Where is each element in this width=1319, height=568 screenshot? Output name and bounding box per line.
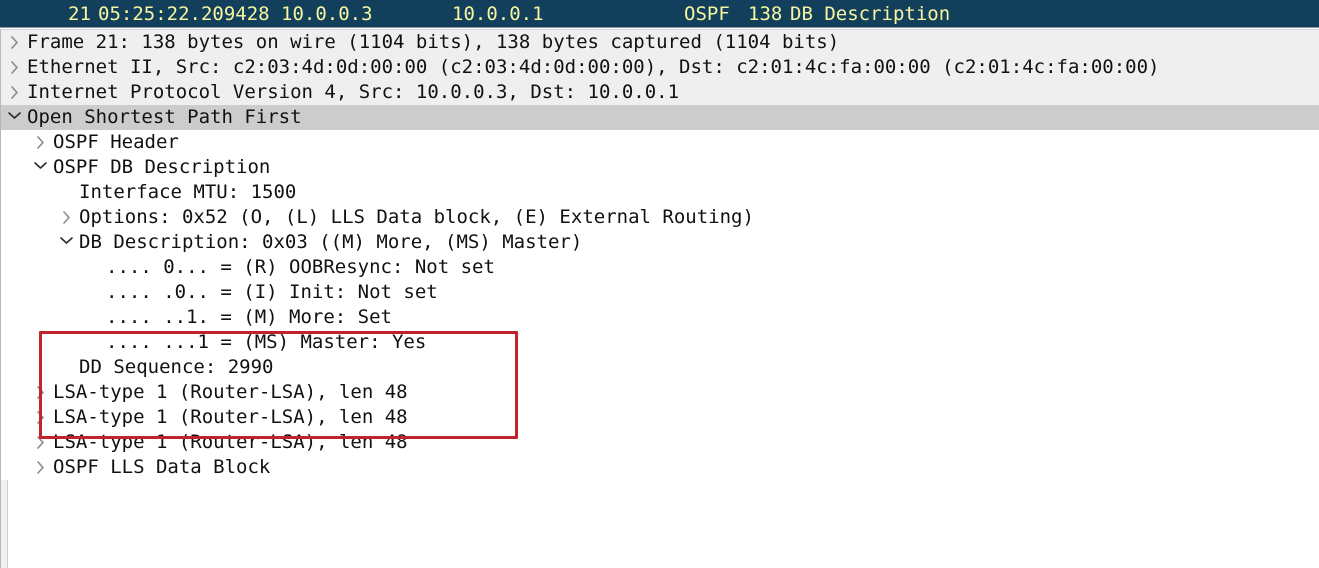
chevron-right-icon[interactable]: [5, 80, 23, 105]
wireshark-packet-details-window: 21 05:25:22.209428 10.0.0.3 10.0.0.1 OSP…: [0, 0, 1319, 568]
packet-summary-row[interactable]: 21 05:25:22.209428 10.0.0.3 10.0.0.1 OSP…: [0, 0, 1319, 28]
chevron-right-icon[interactable]: [57, 205, 75, 230]
tree-row[interactable]: DB Description: 0x03 ((M) More, (MS) Mas…: [1, 230, 1319, 255]
tree-row[interactable]: DD Sequence: 2990: [1, 355, 1319, 380]
chevron-down-icon[interactable]: [57, 230, 75, 255]
tree-row-label: .... ...1 = (MS) Master: Yes: [106, 331, 427, 353]
packet-length: 138: [748, 2, 783, 25]
packet-time: 05:25:22.209428: [98, 2, 270, 25]
tree-row-label: Options: 0x52 (O, (L) LLS Data block, (E…: [79, 206, 754, 228]
chevron-right-icon[interactable]: [5, 55, 23, 80]
chevron-right-icon[interactable]: [31, 455, 49, 480]
tree-row[interactable]: Interface MTU: 1500: [1, 180, 1319, 205]
chevron-down-icon[interactable]: [31, 155, 49, 180]
tree-row-label: .... 0... = (R) OOBResync: Not set: [106, 256, 495, 278]
tree-row-label: Ethernet II, Src: c2:03:4d:0d:00:00 (c2:…: [27, 56, 1160, 78]
tree-row[interactable]: Internet Protocol Version 4, Src: 10.0.0…: [1, 80, 1319, 105]
tree-row-label: LSA-type 1 (Router-LSA), len 48: [53, 431, 408, 453]
tree-row[interactable]: OSPF LLS Data Block: [1, 455, 1319, 480]
tree-row-label: .... .0.. = (I) Init: Not set: [106, 281, 438, 303]
chevron-right-icon[interactable]: [5, 30, 23, 55]
tree-row-label: LSA-type 1 (Router-LSA), len 48: [53, 406, 408, 428]
tree-row-label: DB Description: 0x03 ((M) More, (MS) Mas…: [79, 231, 583, 253]
tree-row[interactable]: LSA-type 1 (Router-LSA), len 48: [1, 405, 1319, 430]
tree-row-label: Open Shortest Path First: [27, 106, 302, 128]
tree-row[interactable]: .... .0.. = (I) Init: Not set: [1, 280, 1319, 305]
tree-row[interactable]: .... 0... = (R) OOBResync: Not set: [1, 255, 1319, 280]
tree-row[interactable]: LSA-type 1 (Router-LSA), len 48: [1, 430, 1319, 455]
chevron-down-icon[interactable]: [5, 105, 23, 130]
packet-detail-pane[interactable]: Frame 21: 138 bytes on wire (1104 bits),…: [0, 29, 1319, 568]
tree-row-label: LSA-type 1 (Router-LSA), len 48: [53, 381, 408, 403]
tree-row[interactable]: OSPF DB Description: [1, 155, 1319, 180]
packet-source: 10.0.0.3: [281, 2, 373, 25]
tree-row-label: OSPF Header: [53, 131, 179, 153]
packet-number: 21: [68, 2, 91, 25]
tree-row[interactable]: Open Shortest Path First: [1, 105, 1319, 130]
chevron-right-icon[interactable]: [31, 380, 49, 405]
tree-row[interactable]: Frame 21: 138 bytes on wire (1104 bits),…: [1, 30, 1319, 55]
tree-row[interactable]: .... ..1. = (M) More: Set: [1, 305, 1319, 330]
tree-row[interactable]: OSPF Header: [1, 130, 1319, 155]
tree-row-label: Frame 21: 138 bytes on wire (1104 bits),…: [27, 31, 840, 53]
chevron-right-icon[interactable]: [31, 430, 49, 455]
tree-row[interactable]: LSA-type 1 (Router-LSA), len 48: [1, 380, 1319, 405]
tree-row-label: Interface MTU: 1500: [79, 181, 297, 203]
packet-info: DB Description: [790, 2, 951, 25]
tree-row-label: DD Sequence: 2990: [79, 356, 274, 378]
packet-protocol: OSPF: [684, 2, 730, 25]
tree-row[interactable]: Ethernet II, Src: c2:03:4d:0d:00:00 (c2:…: [1, 55, 1319, 80]
tree-row[interactable]: .... ...1 = (MS) Master: Yes: [1, 330, 1319, 355]
chevron-right-icon[interactable]: [31, 405, 49, 430]
tree-row-label: OSPF DB Description: [53, 156, 271, 178]
tree-row-label: OSPF LLS Data Block: [53, 456, 271, 478]
tree-row-label: .... ..1. = (M) More: Set: [106, 306, 392, 328]
packet-detail-tree[interactable]: Frame 21: 138 bytes on wire (1104 bits),…: [1, 30, 1319, 480]
packet-destination: 10.0.0.1: [452, 2, 544, 25]
chevron-right-icon[interactable]: [31, 130, 49, 155]
tree-row[interactable]: Options: 0x52 (O, (L) LLS Data block, (E…: [1, 205, 1319, 230]
tree-row-label: Internet Protocol Version 4, Src: 10.0.0…: [27, 81, 680, 103]
